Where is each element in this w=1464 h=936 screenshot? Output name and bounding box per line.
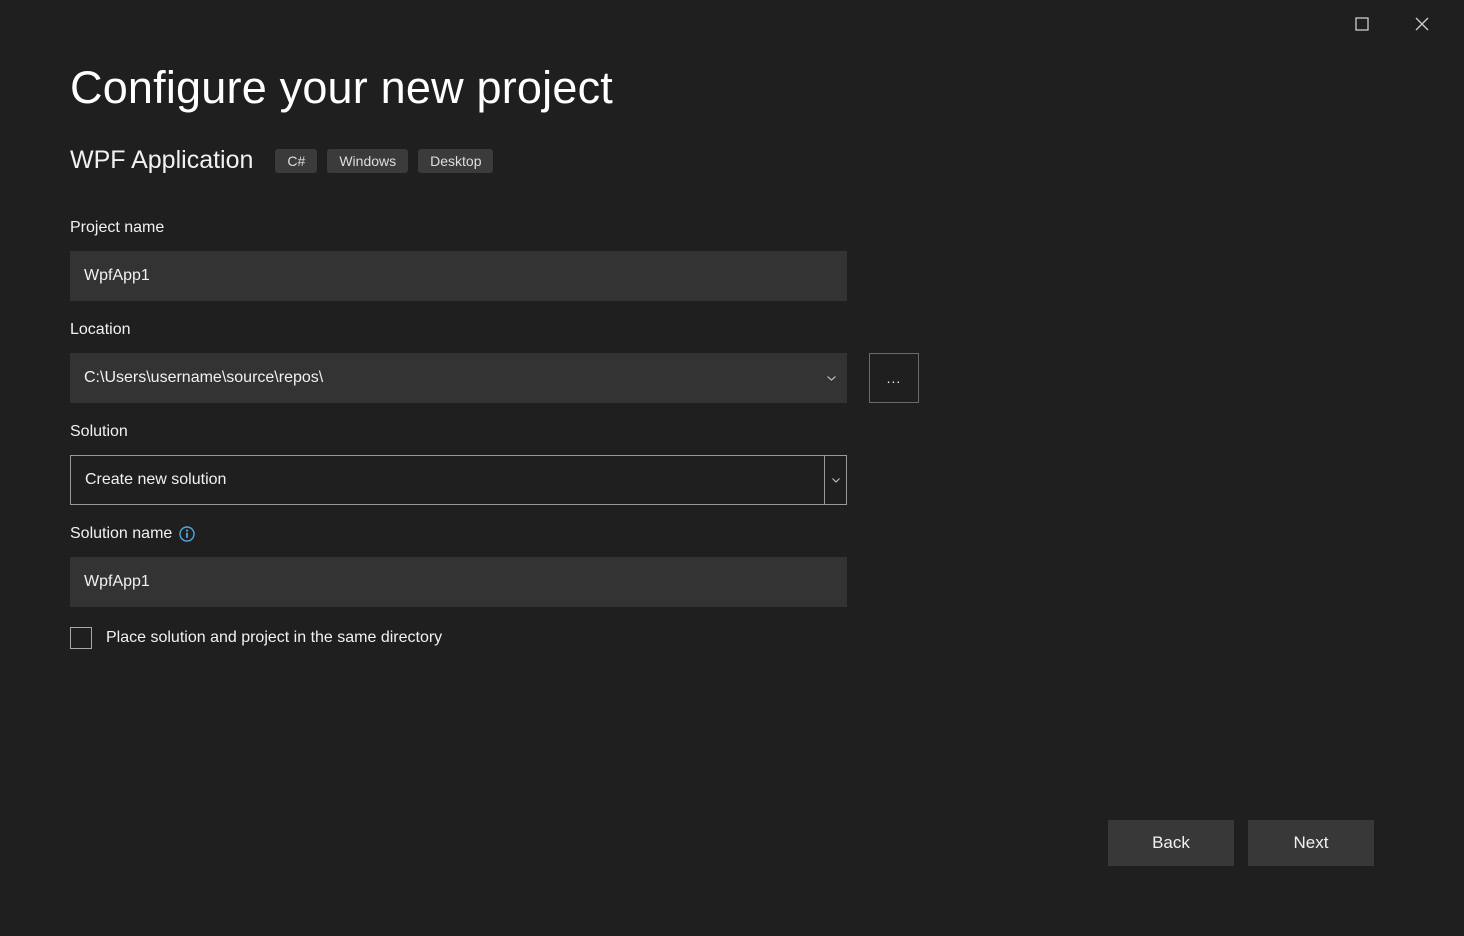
project-name-group: Project name — [70, 219, 1394, 301]
location-combo[interactable]: C:\Users\username\source\repos\ — [70, 353, 847, 403]
tag-language: C# — [275, 149, 317, 173]
solution-name-label: Solution name — [70, 525, 172, 543]
maximize-icon — [1355, 17, 1369, 31]
footer-buttons: Back Next — [1108, 820, 1374, 866]
location-label: Location — [70, 321, 1394, 339]
maximize-button[interactable] — [1350, 12, 1374, 36]
chevron-down-icon — [815, 353, 847, 403]
solution-group: Solution Create new solution — [70, 423, 1394, 505]
same-directory-checkbox[interactable] — [70, 627, 92, 649]
next-button[interactable]: Next — [1248, 820, 1374, 866]
tag-platform: Windows — [327, 149, 408, 173]
solution-name-input[interactable] — [70, 557, 847, 607]
solution-name-group: Solution name — [70, 525, 1394, 607]
back-button[interactable]: Back — [1108, 820, 1234, 866]
chevron-down-icon — [824, 456, 846, 504]
solution-combo[interactable]: Create new solution — [70, 455, 847, 505]
tag-type: Desktop — [418, 149, 493, 173]
location-group: Location C:\Users\username\source\repos\… — [70, 321, 1394, 403]
close-icon — [1415, 17, 1429, 31]
browse-button[interactable]: ... — [869, 353, 919, 403]
project-name-input[interactable] — [70, 251, 847, 301]
template-row: WPF Application C# Windows Desktop — [70, 146, 1394, 175]
template-tags: C# Windows Desktop — [275, 149, 493, 173]
close-button[interactable] — [1410, 12, 1434, 36]
titlebar — [1350, 0, 1464, 48]
same-directory-checkbox-row[interactable]: Place solution and project in the same d… — [70, 627, 1394, 649]
info-icon[interactable] — [178, 525, 196, 543]
solution-label: Solution — [70, 423, 1394, 441]
location-value: C:\Users\username\source\repos\ — [70, 369, 815, 387]
solution-value: Create new solution — [71, 456, 824, 504]
main-content: Configure your new project WPF Applicati… — [70, 62, 1394, 936]
same-directory-label: Place solution and project in the same d… — [106, 629, 442, 647]
template-name: WPF Application — [70, 146, 253, 175]
project-name-label: Project name — [70, 219, 1394, 237]
page-title: Configure your new project — [70, 62, 1394, 114]
